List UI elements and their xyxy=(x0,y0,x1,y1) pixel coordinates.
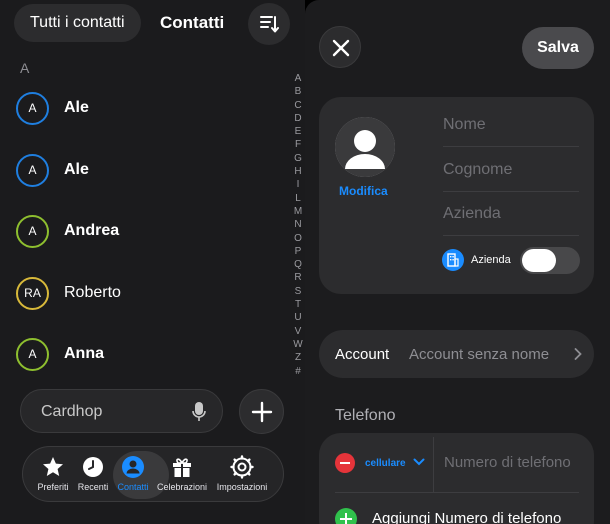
contact-row[interactable]: A Ale xyxy=(16,91,89,125)
section-header: A xyxy=(20,60,30,76)
last-name-field[interactable]: Cognome xyxy=(443,148,579,192)
toggle-knob xyxy=(522,249,556,272)
phone-section-header: Telefono xyxy=(335,407,396,424)
index-letter[interactable]: P xyxy=(292,245,304,258)
close-icon xyxy=(332,39,350,57)
contact-name: Andrea xyxy=(64,222,120,239)
index-letter[interactable]: G xyxy=(292,152,304,165)
tab-bar: Preferiti Recenti Contatti Celebrazioni … xyxy=(22,446,284,502)
tab-impostazioni[interactable]: Impostazioni xyxy=(214,455,270,492)
microphone-icon[interactable] xyxy=(192,401,206,423)
contact-photo[interactable] xyxy=(335,117,395,177)
chevron-right-icon xyxy=(574,348,582,360)
first-name-field[interactable]: Nome xyxy=(443,103,579,147)
index-letter[interactable]: U xyxy=(292,311,304,324)
index-letter[interactable]: T xyxy=(292,298,304,311)
index-letter[interactable]: L xyxy=(292,192,304,205)
contact-name: Anna xyxy=(64,345,104,362)
avatar: RA xyxy=(16,276,49,310)
chevron-down-icon xyxy=(413,458,425,466)
avatar: A xyxy=(16,153,49,187)
index-letter[interactable]: C xyxy=(292,99,304,112)
account-label: Account xyxy=(335,346,390,363)
company-field[interactable]: Azienda xyxy=(443,192,579,236)
company-toggle-label: Azienda xyxy=(471,254,511,266)
contact-row[interactable]: A Anna xyxy=(16,337,104,371)
tab-label: Impostazioni xyxy=(216,482,268,492)
new-contact-sheet: Salva Modifica Nome Cognome Azienda Azie… xyxy=(305,0,610,524)
phone-number-field[interactable]: Numero di telefono xyxy=(444,454,584,471)
remove-icon[interactable] xyxy=(335,453,355,473)
contact-row[interactable]: A Ale xyxy=(16,153,89,187)
index-letter[interactable]: B xyxy=(292,85,304,98)
person-icon xyxy=(122,456,144,478)
divider xyxy=(433,437,434,492)
company-toggle[interactable] xyxy=(520,247,580,274)
close-button[interactable] xyxy=(319,26,361,68)
tab-label: Contatti xyxy=(117,482,149,492)
contact-row[interactable]: A Andrea xyxy=(16,214,119,248)
contact-name: Roberto xyxy=(64,284,121,301)
filter-button[interactable]: Tutti i contatti xyxy=(14,4,141,42)
index-letter[interactable]: E xyxy=(292,125,304,138)
contact-name: Ale xyxy=(64,161,89,178)
avatar: A xyxy=(16,91,49,125)
contact-name: Ale xyxy=(64,99,89,116)
sort-button[interactable] xyxy=(248,3,290,45)
contact-row[interactable]: RA Roberto xyxy=(16,276,121,310)
add-phone-button[interactable]: Aggiungi Numero di telefono xyxy=(372,510,561,524)
avatar: A xyxy=(16,214,49,248)
index-letter[interactable]: # xyxy=(292,365,304,378)
index-letter[interactable]: N xyxy=(292,218,304,231)
tab-celebrazioni[interactable]: Celebrazioni xyxy=(154,455,210,492)
add-icon[interactable] xyxy=(335,508,357,524)
search-placeholder: Cardhop xyxy=(41,403,103,420)
index-letter[interactable]: S xyxy=(292,285,304,298)
edit-photo-button[interactable]: Modifica xyxy=(339,184,388,198)
person-placeholder-icon xyxy=(335,117,395,177)
index-letter[interactable]: R xyxy=(292,271,304,284)
contacts-list-pane: Tutti i contatti Contatti A A Ale A Ale … xyxy=(0,0,305,524)
index-letter[interactable]: W xyxy=(292,338,304,351)
index-letter[interactable]: D xyxy=(292,112,304,125)
contact-info-card: Modifica Nome Cognome Azienda Azienda xyxy=(319,97,594,294)
alphabet-index[interactable]: A B C D E F G H I L M N O P Q R S T U V … xyxy=(292,72,304,378)
index-letter[interactable]: M xyxy=(292,205,304,218)
star-icon xyxy=(43,457,63,476)
gear-icon xyxy=(230,455,254,479)
index-letter[interactable]: F xyxy=(292,138,304,151)
clock-icon xyxy=(83,457,103,477)
index-letter[interactable]: O xyxy=(292,232,304,245)
phone-card: cellulare Numero di telefono Aggiungi Nu… xyxy=(319,433,594,524)
building-icon xyxy=(442,249,464,271)
index-letter[interactable]: A xyxy=(292,72,304,85)
index-letter[interactable]: Q xyxy=(292,258,304,271)
sort-icon xyxy=(260,16,279,33)
tab-label: Celebrazioni xyxy=(156,482,208,492)
page-title: Contatti xyxy=(160,13,225,32)
tab-contatti[interactable]: Contatti xyxy=(105,455,161,492)
gift-icon xyxy=(173,458,191,477)
index-letter[interactable]: H xyxy=(292,165,304,178)
account-row[interactable]: Account Account senza nome xyxy=(319,330,594,378)
divider xyxy=(335,492,579,493)
index-letter[interactable]: V xyxy=(292,325,304,338)
add-contact-button[interactable] xyxy=(239,389,284,434)
index-letter[interactable]: I xyxy=(292,178,304,191)
account-value: Account senza nome xyxy=(409,346,550,363)
phone-type-selector[interactable]: cellulare xyxy=(365,458,425,469)
index-letter[interactable]: Z xyxy=(292,351,304,364)
avatar: A xyxy=(16,337,49,371)
save-button[interactable]: Salva xyxy=(522,27,594,69)
plus-icon xyxy=(251,401,273,423)
phone-type-label: cellulare xyxy=(365,458,406,469)
search-field[interactable]: Cardhop xyxy=(20,389,223,433)
